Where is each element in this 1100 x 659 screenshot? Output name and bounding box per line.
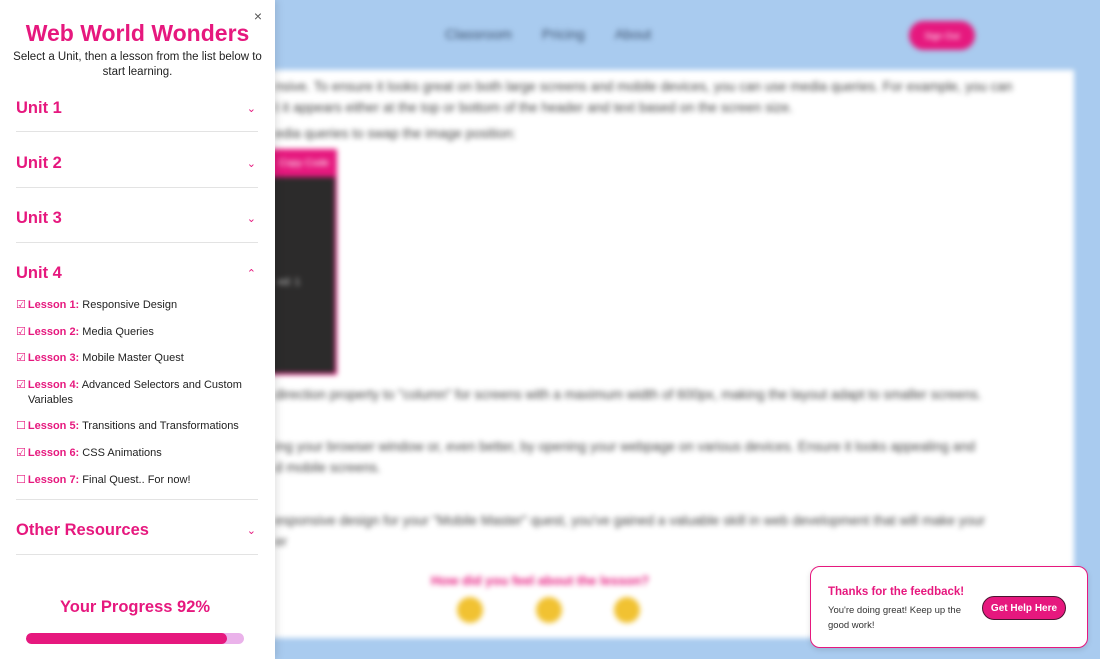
unchecked-box-icon[interactable]: ☐ [16, 420, 26, 432]
unit-label: Unit 3 [16, 209, 62, 227]
lesson-item[interactable]: ☑ Lesson 6: CSS Animations [16, 446, 258, 461]
toast-title: Thanks for the feedback! [828, 586, 965, 598]
sad-face-icon[interactable] [457, 597, 483, 623]
course-subtitle: Select a Unit, then a lesson from the li… [13, 51, 262, 78]
checked-box-icon[interactable]: ☑ [16, 299, 26, 311]
nav-about[interactable]: About [615, 26, 652, 42]
unit-2-header[interactable]: Unit 2 ⌄ [16, 154, 258, 188]
course-title: Web World Wonders [25, 20, 250, 46]
chevron-down-icon: ⌄ [246, 103, 256, 115]
checked-box-icon[interactable]: ☑ [16, 326, 26, 338]
neutral-face-icon[interactable] [536, 597, 562, 623]
other-resources-header[interactable]: Other Resources ⌄ [16, 521, 258, 555]
toast-message: You're doing great! Keep up the good wor… [828, 605, 961, 631]
unit-1-header[interactable]: Unit 1 ⌄ [16, 99, 258, 132]
unchecked-box-icon[interactable]: ☐ [16, 474, 26, 486]
chevron-up-icon: ⌃ [246, 268, 256, 280]
lesson-item[interactable]: ☐ Lesson 7: Final Quest.. For now! [16, 473, 258, 488]
chevron-down-icon: ⌄ [246, 213, 256, 225]
nav-classroom[interactable]: Classroom [445, 26, 512, 42]
happy-face-icon[interactable] [614, 597, 640, 623]
code-text: ed: 1 [278, 277, 301, 288]
content-line: t it appears either at the top or bottom… [275, 100, 793, 115]
top-nav: Classroom Pricing About [445, 26, 651, 42]
lesson-item[interactable]: ☑ Lesson 2: Media Queries [16, 325, 258, 340]
unit-label: Unit 2 [16, 154, 62, 172]
content-line: esponsive design for your "Mobile Master… [275, 513, 986, 528]
lesson-content-card [262, 70, 1074, 638]
lesson-item[interactable]: ☑ Lesson 1: Responsive Design [16, 298, 258, 313]
progress-fill [26, 633, 227, 644]
content-line: direction property to "column" for scree… [275, 387, 982, 402]
lesson-item[interactable]: ☐ Lesson 5: Transitions and Transformatio… [16, 419, 258, 434]
unit-label: Unit 1 [16, 99, 62, 117]
course-sidebar: × Web World Wonders Select a Unit, then … [0, 0, 275, 659]
nav-pricing[interactable]: Pricing [542, 26, 585, 42]
checked-box-icon[interactable]: ☑ [16, 352, 26, 364]
feedback-question: How did you feel about the lesson? [431, 573, 650, 588]
content-line: edia queries to swap the image position: [275, 126, 516, 141]
unit-label: Unit 4 [16, 264, 62, 282]
checked-box-icon[interactable]: ☑ [16, 379, 26, 391]
get-help-button[interactable]: Get Help Here [982, 596, 1066, 620]
unit-3-header[interactable]: Unit 3 ⌄ [16, 209, 258, 243]
content-line: nsive. To ensure it looks great on both … [275, 79, 1013, 94]
checked-box-icon[interactable]: ☑ [16, 447, 26, 459]
content-line: d mobile screens. [275, 460, 381, 475]
lesson-item[interactable]: ☑ Lesson 3: Mobile Master Quest [16, 351, 258, 366]
progress-bar [26, 633, 244, 644]
unit-label: Other Resources [16, 521, 149, 539]
content-line: er [275, 534, 288, 549]
content-line: ing your browser window or, even better,… [275, 439, 976, 454]
lesson-item[interactable]: ☑ Lesson 4: Advanced Selectors and Custom… [16, 378, 258, 408]
signup-button[interactable]: Sign Out [909, 21, 975, 50]
chevron-down-icon: ⌄ [246, 525, 256, 537]
feedback-toast: Thanks for the feedback! You're doing gr… [810, 566, 1088, 648]
chevron-down-icon: ⌄ [246, 158, 256, 170]
progress-label: Your Progress 92% [59, 598, 211, 616]
